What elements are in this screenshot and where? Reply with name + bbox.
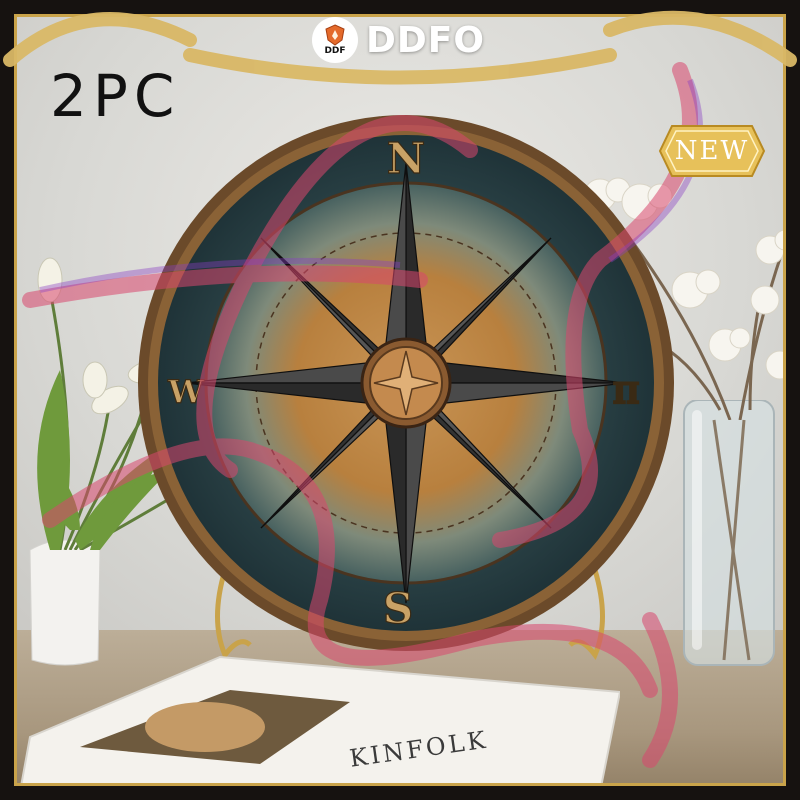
magazine: KINFOLK xyxy=(20,655,620,792)
glass-vase xyxy=(683,400,775,666)
flower-vase xyxy=(29,539,101,666)
compass-north-letter: N xyxy=(387,134,425,183)
compass-east-glyph: ℿ xyxy=(613,377,639,410)
brand-logo: DDF xyxy=(312,17,358,63)
brand-logo-text: DDF xyxy=(324,46,346,56)
brand-name: DDFO xyxy=(366,19,485,61)
pack-count-label: 2PC xyxy=(50,62,181,130)
new-badge-label: NEW xyxy=(674,136,750,166)
compass-south-letter: S xyxy=(383,584,413,633)
brand-header: DDF DDFO xyxy=(312,16,502,64)
compass-west-letter: W xyxy=(167,373,205,411)
shield-crest-icon xyxy=(325,24,345,46)
product-image: N S W ℿ KINFOLK DDF DDFO 2PC NEW xyxy=(0,0,800,800)
compass-plaque: N S W ℿ xyxy=(138,115,674,651)
new-badge: NEW xyxy=(658,124,766,178)
